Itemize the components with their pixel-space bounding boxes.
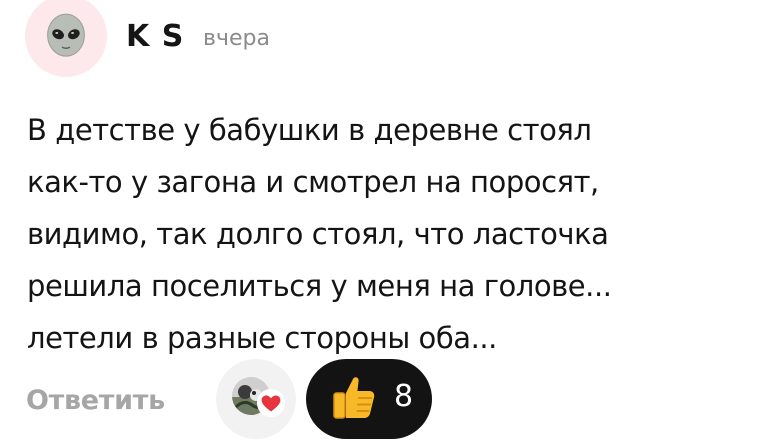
thumbs-up-icon <box>326 371 380 425</box>
heart-icon <box>256 388 286 418</box>
comment-text: В детстве у бабушки в деревне стоял как-… <box>27 104 752 364</box>
like-reaction-button[interactable]: 8 <box>306 359 432 439</box>
comment-text-line: как-то у загона и смотрел на поросят, <box>27 165 599 199</box>
avatar[interactable] <box>25 0 107 77</box>
comment-text-line: решила поселиться у меня на голове... <box>27 269 612 303</box>
reply-button[interactable]: Ответить <box>26 381 165 421</box>
comment-timestamp: вчера <box>203 26 270 51</box>
comment-text-line: летели в разные стороны оба... <box>27 321 497 355</box>
comment: K S вчера В детстве у бабушки в деревне … <box>0 0 760 443</box>
comment-text-line: видимо, так долго стоял, что ласточка <box>27 217 609 251</box>
author-name[interactable]: K S <box>126 19 184 55</box>
alien-face-icon <box>47 13 85 57</box>
heart-reaction-button[interactable] <box>216 359 296 439</box>
like-count: 8 <box>394 379 414 414</box>
comment-text-line: В детстве у бабушки в деревне стоял <box>27 113 592 147</box>
